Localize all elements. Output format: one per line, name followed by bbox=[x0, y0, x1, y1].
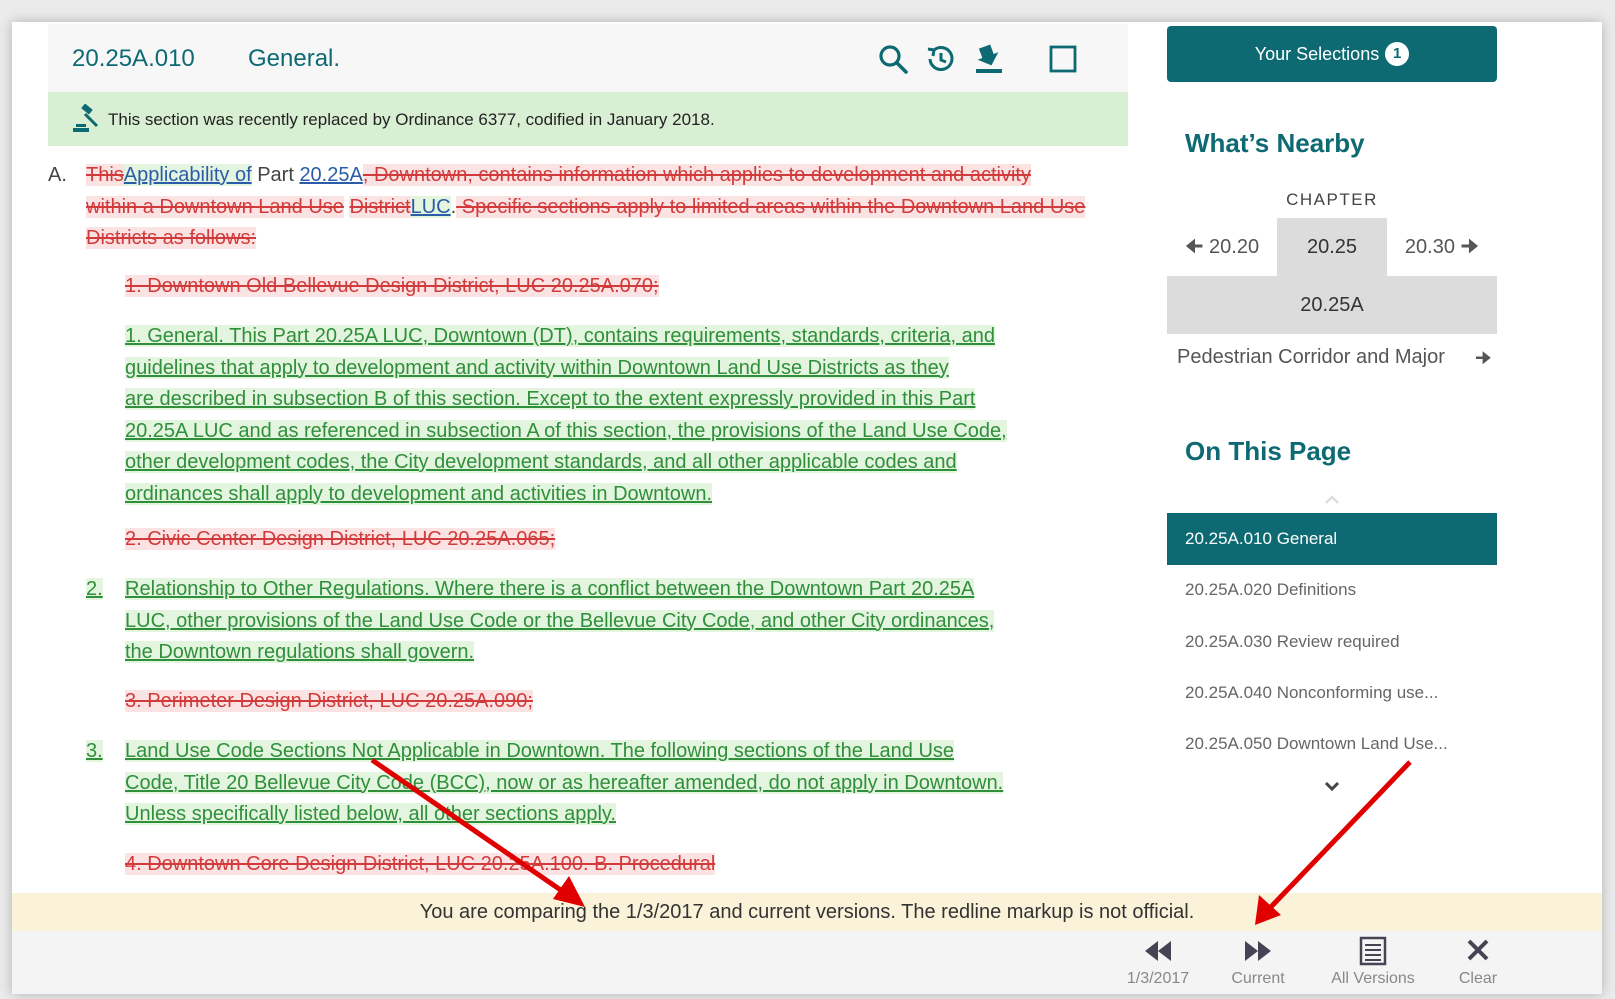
inserted-text: ordinances shall apply to development an… bbox=[125, 482, 713, 505]
inserted-item-2-marker: 2. bbox=[86, 574, 103, 606]
next-chapter-label: 20.30 bbox=[1404, 236, 1455, 258]
rewind-icon bbox=[1145, 941, 1171, 961]
deleted-item-3: 3. Perimeter Design District, LUC 20.25A… bbox=[125, 686, 533, 718]
your-selections-button[interactable]: Your Selections 1 bbox=[1167, 26, 1497, 82]
gavel-icon bbox=[70, 103, 100, 134]
inserted-text: are described in subsection B of this se… bbox=[125, 388, 976, 410]
section-number: 20.25A.010 bbox=[72, 45, 195, 72]
inserted-text: Relationship to Other Regulations. Where… bbox=[125, 578, 975, 600]
search-icon[interactable] bbox=[876, 42, 910, 76]
nearby-link-label: Pedestrian Corridor and Major bbox=[1177, 346, 1445, 368]
deleted-text: 2. Civic Center Design District, LUC 20.… bbox=[125, 528, 556, 550]
notice-text: This section was recently replaced by Or… bbox=[108, 110, 715, 129]
deleted-text: 3. Perimeter Design District, LUC 20.25A… bbox=[125, 690, 533, 712]
section-header: 20.25A.010 General. bbox=[48, 24, 1128, 92]
inserted-text: 2. bbox=[86, 578, 103, 600]
inserted-item-1: 1. General. This Part 20.25A LUC, Downto… bbox=[125, 321, 1007, 510]
inserted-text: 1. General. This Part 20.25A LUC, Downto… bbox=[125, 325, 996, 347]
clear-button[interactable]: Clear bbox=[1428, 934, 1528, 988]
inserted-item-3-marker: 3. bbox=[86, 736, 103, 768]
inserted-text: LUC, other provisions of the Land Use Co… bbox=[125, 609, 995, 632]
compare-text: You are comparing the 1/3/2017 and curre… bbox=[419, 901, 1195, 923]
deleted-text: This bbox=[86, 164, 124, 186]
arrow-right-icon: 🠊 bbox=[1475, 346, 1497, 376]
on-this-page-heading: On This Page bbox=[1185, 436, 1352, 466]
inserted-text: Land Use Code Sections Not Applicable in… bbox=[125, 740, 955, 762]
deleted-text: 1. Downtown Old Bellevue Design District… bbox=[125, 275, 659, 297]
prev-chapter-link[interactable]: 🠈 20.20 bbox=[1167, 218, 1277, 276]
nearby-link-next[interactable]: Pedestrian Corridor and Major bbox=[1177, 346, 1487, 369]
chevron-up-icon[interactable] bbox=[1322, 490, 1342, 510]
part-link[interactable]: 20.25A bbox=[299, 164, 362, 186]
inserted-text: the Downtown regulations shall govern. bbox=[125, 641, 475, 663]
prev-chapter-label: 20.20 bbox=[1209, 236, 1260, 258]
chapter-label: CHAPTER bbox=[1286, 190, 1378, 209]
toc-item[interactable]: 20.25A.050 Downtown Land Use... bbox=[1167, 718, 1497, 770]
selections-count-badge: 1 bbox=[1385, 42, 1410, 66]
inserted-text: Code, Title 20 Bellevue City Code (BCC),… bbox=[125, 771, 1004, 794]
inserted-item-3: Land Use Code Sections Not Applicable in… bbox=[125, 736, 1004, 831]
previous-version-button[interactable]: 1/3/2017 bbox=[1108, 934, 1208, 988]
checkbox-icon[interactable] bbox=[1046, 42, 1080, 76]
chapter-nav: 🠈 20.20 20.25 20.30 🠊 bbox=[1167, 218, 1497, 276]
subsection-a-marker: A. bbox=[48, 164, 67, 186]
deleted-text: 4. Downtown Core Design District, LUC 20… bbox=[125, 853, 716, 875]
replacement-notice: This section was recently replaced by Or… bbox=[48, 92, 1128, 146]
inserted-text[interactable]: Applicability of bbox=[123, 164, 252, 186]
close-icon bbox=[1467, 939, 1489, 961]
inserted-text: other development codes, the City develo… bbox=[125, 451, 957, 473]
inserted-text: 20.25A LUC and as referenced in subsecti… bbox=[125, 419, 1007, 442]
fast-forward-icon bbox=[1245, 941, 1271, 961]
arrow-right-icon: 🠊 bbox=[1454, 236, 1480, 258]
deleted-text: District bbox=[349, 195, 411, 218]
selections-label: Your Selections bbox=[1254, 43, 1380, 64]
deleted-item-4: 4. Downtown Core Design District, LUC 20… bbox=[125, 849, 716, 881]
current-part[interactable]: 20.25A bbox=[1167, 276, 1497, 334]
inserted-text: 3. bbox=[86, 740, 103, 762]
inserted-text: Unless specifically listed below, all ot… bbox=[125, 803, 616, 825]
clear-label: Clear bbox=[1458, 970, 1498, 987]
static-text: Part bbox=[251, 164, 300, 186]
toc-item[interactable]: 20.25A.040 Nonconforming use... bbox=[1167, 667, 1497, 719]
compare-banner: You are comparing the 1/3/2017 and curre… bbox=[12, 893, 1602, 931]
timeline-icon[interactable] bbox=[924, 42, 958, 76]
inserted-item-2: Relationship to Other Regulations. Where… bbox=[125, 574, 995, 669]
subsection-a-text: ThisApplicability of Part 20.25A, Downto… bbox=[86, 160, 1086, 255]
current-version-button[interactable]: Current bbox=[1208, 934, 1308, 988]
current-version-label: Current bbox=[1231, 970, 1285, 987]
deleted-item-2: 2. Civic Center Design District, LUC 20.… bbox=[125, 524, 556, 556]
chevron-down-icon[interactable] bbox=[1322, 776, 1342, 796]
toc-item[interactable]: 20.25A.010 General bbox=[1167, 513, 1497, 565]
all-versions-label: All Versions bbox=[1331, 970, 1415, 987]
toc-item[interactable]: 20.25A.020 Definitions bbox=[1167, 564, 1497, 616]
previous-version-label: 1/3/2017 bbox=[1126, 970, 1190, 987]
inserted-text: guidelines that apply to development and… bbox=[125, 356, 949, 379]
list-icon bbox=[1359, 936, 1387, 966]
all-versions-button[interactable]: All Versions bbox=[1323, 934, 1423, 988]
current-chapter[interactable]: 20.25 bbox=[1277, 218, 1387, 276]
section-title: General. bbox=[248, 45, 341, 72]
deleted-item-1: 1. Downtown Old Bellevue Design District… bbox=[125, 271, 659, 303]
arrow-left-icon: 🠈 bbox=[1184, 236, 1210, 258]
next-chapter-link[interactable]: 20.30 🠊 bbox=[1387, 218, 1497, 276]
download-icon[interactable] bbox=[972, 42, 1006, 76]
inserted-text[interactable]: LUC bbox=[410, 195, 451, 218]
toc-item[interactable]: 20.25A.030 Review required bbox=[1167, 616, 1497, 668]
whats-nearby-heading: What’s Nearby bbox=[1185, 128, 1365, 158]
